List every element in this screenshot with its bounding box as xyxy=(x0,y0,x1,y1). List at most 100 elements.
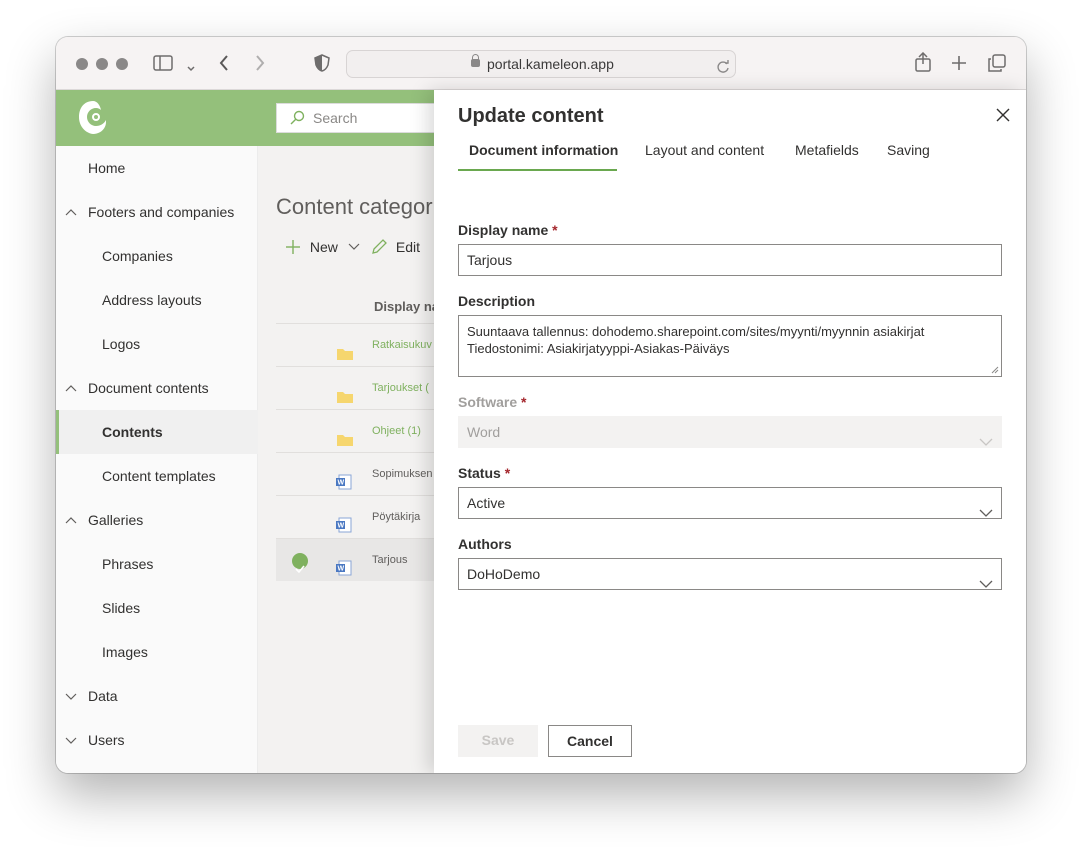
svg-text:W: W xyxy=(338,480,345,487)
close-window-button[interactable] xyxy=(76,58,88,70)
nav-item-contents[interactable]: Contents xyxy=(56,410,258,454)
chevron-down-icon xyxy=(348,243,360,250)
list-item-name: Tarjoukset ( xyxy=(372,382,429,394)
share-icon[interactable] xyxy=(914,51,932,77)
nav-group-footers-and-companies[interactable]: Footers and companies xyxy=(56,190,258,234)
nav-item-label: Content templates xyxy=(102,468,216,484)
column-header-display-name[interactable]: Display na xyxy=(374,299,439,314)
chevron-down-icon xyxy=(979,569,993,599)
nav-item-slides[interactable]: Slides xyxy=(56,586,258,630)
kameleon-logo-icon[interactable] xyxy=(76,98,110,143)
list-item[interactable]: Tarjoukset ( xyxy=(276,366,436,409)
list-item[interactable]: W Pöytäkirja xyxy=(276,495,436,538)
sidebar-icon[interactable] xyxy=(153,55,173,76)
page-title: Content categor xyxy=(276,194,433,219)
browser-toolbar: portal.kameleon.app xyxy=(56,37,1026,90)
list-item-name: Tarjous xyxy=(372,554,408,566)
description-field[interactable]: Suuntaava tallennus: dohodemo.sharepoint… xyxy=(458,315,1002,377)
pencil-icon xyxy=(372,239,387,254)
nav-group-galleries[interactable]: Galleries xyxy=(56,498,258,542)
list-item-name: Sopimuksen xyxy=(372,468,433,480)
nav-group-users[interactable]: Users xyxy=(56,718,258,762)
save-button[interactable]: Save xyxy=(458,725,538,757)
list-item-name: Pöytäkirja xyxy=(372,511,421,523)
required-mark: * xyxy=(504,465,511,481)
nav-group-document-contents[interactable]: Document contents xyxy=(56,366,258,410)
tabs-icon[interactable] xyxy=(988,54,1006,77)
chevron-down-icon xyxy=(65,718,77,773)
list-item[interactable]: Ratkaisukuv xyxy=(276,323,436,366)
chevron-down-icon[interactable] xyxy=(187,59,195,77)
svg-text:W: W xyxy=(338,523,345,530)
nav-item-label: Footers and companies xyxy=(88,204,235,220)
authors-select[interactable]: DoHoDemo xyxy=(458,558,1002,590)
svg-text:W: W xyxy=(338,566,345,573)
list-item-name: Ohjeet (1) xyxy=(372,425,421,437)
nav-item-label: Contents xyxy=(102,424,163,440)
nav-item-label: Slides xyxy=(102,600,141,616)
checkmark-icon[interactable] xyxy=(292,553,308,574)
resize-handle-icon[interactable] xyxy=(991,366,999,374)
nav-item-label: Home xyxy=(88,160,126,176)
list-item-name: Ratkaisukuv xyxy=(372,339,432,351)
lock-icon xyxy=(471,54,480,67)
nav-item-phrases[interactable]: Phrases xyxy=(56,542,258,586)
active-tab-indicator xyxy=(458,169,617,171)
status-label: Status * xyxy=(458,465,511,481)
search-placeholder: Search xyxy=(313,110,358,126)
forward-icon[interactable] xyxy=(255,55,265,76)
list-item[interactable]: Ohjeet (1) xyxy=(276,409,436,452)
plus-icon xyxy=(286,240,300,254)
nav-item-label: Address layouts xyxy=(102,292,202,308)
nav-item-content-templates[interactable]: Content templates xyxy=(56,454,258,498)
status-select[interactable]: Active xyxy=(458,487,1002,519)
nav-item-label: Data xyxy=(88,688,118,704)
edit-button[interactable]: Edit xyxy=(370,238,420,256)
software-select: Word xyxy=(458,416,1002,448)
software-value: Word xyxy=(467,424,501,440)
tab-saving[interactable]: Saving xyxy=(887,142,930,158)
nav-item-label: Companies xyxy=(102,248,173,264)
display-name-field[interactable]: Tarjous xyxy=(458,244,1002,276)
nav-group-data[interactable]: Data xyxy=(56,674,258,718)
status-value: Active xyxy=(467,495,506,511)
tab-document-information[interactable]: Document information xyxy=(469,142,618,158)
back-icon[interactable] xyxy=(219,55,229,76)
list-item[interactable]: W Sopimuksen xyxy=(276,452,436,495)
nav-item-label: Document contents xyxy=(88,380,209,396)
required-mark: * xyxy=(521,394,527,410)
authors-value: DoHoDemo xyxy=(467,566,541,582)
description-line-2: Tiedostonimi: Asiakirjatyyppi-Asiakas-Pä… xyxy=(467,341,730,356)
display-name-value: Tarjous xyxy=(467,252,513,268)
chevron-down-icon xyxy=(979,498,993,528)
nav-item-label: Logos xyxy=(102,336,141,352)
search-icon xyxy=(290,110,305,125)
chevron-down-icon xyxy=(979,427,993,457)
nav-item-address-layouts[interactable]: Address layouts xyxy=(56,278,258,322)
nav-item-images[interactable]: Images xyxy=(56,630,258,674)
tab-metafields[interactable]: Metafields xyxy=(795,142,859,158)
minimize-window-button[interactable] xyxy=(96,58,108,70)
tab-layout-and-content[interactable]: Layout and content xyxy=(645,142,764,158)
list-item-selected[interactable]: W Tarjous xyxy=(276,538,436,581)
close-icon[interactable] xyxy=(996,108,1010,127)
nav-item-label: Images xyxy=(102,644,148,660)
nav-item-home[interactable]: Home xyxy=(56,146,258,190)
nav-item-label: Galleries xyxy=(88,512,144,528)
nav-item-companies[interactable]: Companies xyxy=(56,234,258,278)
browser-window: portal.kameleon.app Search Home Footers … xyxy=(56,37,1026,773)
address-bar[interactable]: portal.kameleon.app xyxy=(346,50,736,78)
cancel-button[interactable]: Cancel xyxy=(548,725,632,757)
zoom-window-button[interactable] xyxy=(116,58,128,70)
software-label: Software * xyxy=(458,394,527,410)
edit-button-label: Edit xyxy=(395,239,421,255)
url-text: portal.kameleon.app xyxy=(487,56,614,72)
nav-item-logos[interactable]: Logos xyxy=(56,322,258,366)
left-nav: Home Footers and companies Companies Add… xyxy=(56,146,258,773)
reload-icon[interactable] xyxy=(716,56,730,82)
word-document-icon: W xyxy=(336,552,352,594)
shield-icon[interactable] xyxy=(314,54,330,77)
new-tab-icon[interactable] xyxy=(951,55,967,76)
new-button[interactable]: New xyxy=(284,238,360,256)
nav-item-label: Users xyxy=(88,732,125,748)
